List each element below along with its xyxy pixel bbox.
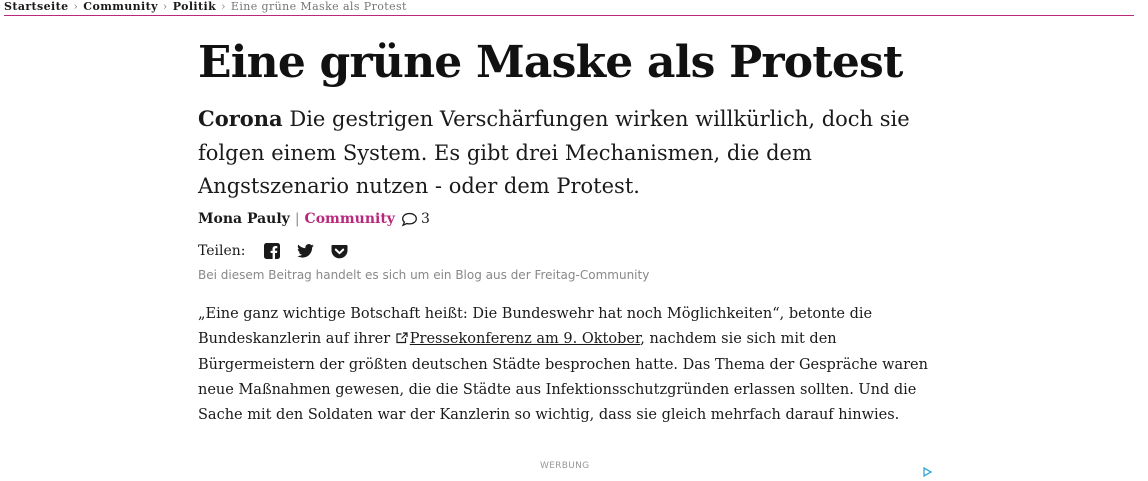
share-bar: Teilen: (198, 240, 365, 262)
byline-divider: | (294, 211, 300, 227)
facebook-icon[interactable] (263, 243, 280, 259)
author-link[interactable]: Mona Pauly (198, 209, 290, 229)
article-lead: Corona Die gestrigen Verschärfungen wirk… (198, 102, 928, 204)
breadcrumb-startseite[interactable]: Startseite (4, 0, 68, 13)
article-kicker: Corona (198, 106, 283, 131)
blog-disclaimer: Bei diesem Beitrag handelt es sich um ei… (198, 268, 650, 282)
comment-icon[interactable] (401, 212, 418, 227)
press-conference-link[interactable]: Pressekonferenz am 9. Oktober (410, 331, 641, 347)
share-label: Teilen: (198, 243, 246, 259)
breadcrumb-separator: › (221, 0, 226, 13)
article-title: Eine grüne Maske als Protest (198, 37, 903, 88)
byline: Mona Pauly | Community 3 (198, 209, 430, 229)
ad-label: WERBUNG (540, 461, 590, 471)
breadcrumb-politik[interactable]: Politik (173, 0, 216, 13)
breadcrumb-current: Eine grüne Maske als Protest (230, 0, 407, 13)
breadcrumb-separator: › (73, 0, 79, 13)
breadcrumb-community[interactable]: Community (83, 0, 158, 13)
article-body-paragraph: „Eine ganz wichtige Botschaft heißt: Die… (198, 302, 938, 428)
breadcrumb-separator: › (162, 0, 168, 13)
breadcrumb: Startseite › Community › Politik › Eine grüne … (4, 0, 1134, 16)
twitter-icon[interactable] (296, 244, 314, 258)
article-lead-text: Die gestrigen Verschärfungen wirken will… (198, 107, 910, 198)
pocket-icon[interactable] (331, 244, 348, 259)
comment-count[interactable]: 3 (421, 209, 430, 229)
section-link[interactable]: Community (305, 209, 395, 229)
external-link-icon (395, 328, 408, 353)
